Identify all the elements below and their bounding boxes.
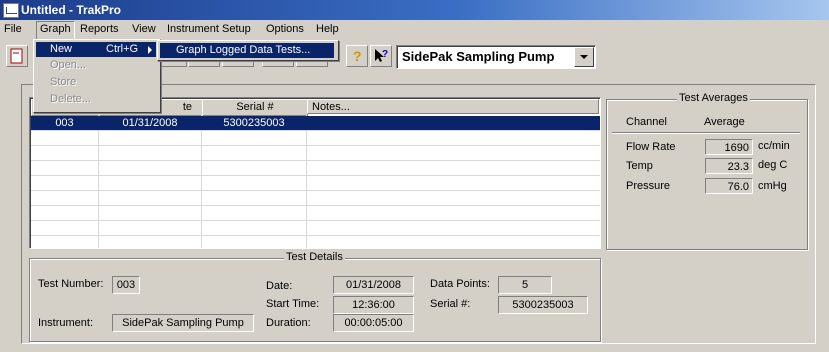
- chevron-down-icon[interactable]: [574, 47, 594, 67]
- cell-date: 01/31/2008: [122, 117, 178, 129]
- start-time-label: Start Time:: [266, 298, 320, 310]
- start-time-field: 12:36:00: [333, 296, 414, 314]
- cell-notes: [307, 116, 597, 130]
- pressure-unit: cmHg: [758, 180, 787, 192]
- pressure-label: Pressure: [626, 180, 671, 192]
- serial-field: 5300235003: [498, 296, 588, 314]
- test-details-title: Test Details: [284, 251, 345, 263]
- table-row[interactable]: [31, 131, 600, 146]
- duration-field: 00:00:05:00: [333, 314, 414, 332]
- menu-item-graph-logged-data-tests[interactable]: Graph Logged Data Tests...: [160, 43, 334, 58]
- instrument-select-value: SidePak Sampling Pump: [402, 49, 555, 64]
- column-header-date-label: te: [182, 101, 192, 113]
- test-number-field: 003: [112, 276, 140, 294]
- temp-unit: deg C: [758, 159, 788, 171]
- menu-item-delete[interactable]: Delete...: [36, 92, 156, 107]
- svg-text:?: ?: [382, 49, 388, 60]
- menu-options[interactable]: Options: [266, 23, 304, 35]
- app-icon[interactable]: [3, 3, 19, 18]
- instrument-label: Instrument:: [38, 317, 94, 329]
- new-document-button[interactable]: [6, 45, 28, 67]
- serial-label: Serial #:: [430, 298, 471, 310]
- flow-rate-label: Flow Rate: [626, 141, 676, 153]
- date-field: 01/31/2008: [333, 276, 414, 294]
- cell-serial: 5300235003: [223, 117, 285, 129]
- menu-instrument-setup[interactable]: Instrument Setup: [167, 23, 251, 35]
- help-about-button[interactable]: ?: [346, 45, 368, 67]
- test-number-label: Test Number:: [38, 278, 104, 290]
- instrument-field: SidePak Sampling Pump: [112, 314, 254, 332]
- graph-new-submenu: Graph Logged Data Tests...: [157, 40, 339, 61]
- menu-item-new-label: New: [50, 43, 73, 55]
- test-list[interactable]: te Serial # Notes... 003 01/31/2008 5300…: [29, 97, 601, 249]
- menu-reports[interactable]: Reports: [80, 23, 119, 35]
- channel-header: Channel: [626, 116, 667, 128]
- duration-label: Duration:: [266, 317, 311, 329]
- table-row[interactable]: [31, 176, 600, 191]
- instrument-select[interactable]: SidePak Sampling Pump: [396, 45, 596, 69]
- table-row[interactable]: [31, 161, 600, 176]
- new-document-icon: [10, 48, 23, 64]
- question-mark-icon: ?: [353, 48, 362, 64]
- menu-graph[interactable]: Graph: [40, 23, 71, 35]
- column-header-notes[interactable]: Notes...: [307, 99, 599, 114]
- graph-menu: New Ctrl+G Open... Store Delete...: [33, 39, 161, 113]
- menu-view[interactable]: View: [132, 23, 156, 35]
- table-row[interactable]: [31, 146, 600, 161]
- temp-value: 23.3: [705, 158, 753, 174]
- test-averages-title: Test Averages: [677, 92, 750, 104]
- menu-file[interactable]: File: [4, 23, 22, 35]
- table-row[interactable]: [31, 221, 600, 236]
- pressure-value: 76.0: [705, 178, 753, 194]
- menu-item-new[interactable]: New Ctrl+G: [36, 42, 156, 57]
- table-row[interactable]: 003 01/31/2008 5300235003: [31, 116, 600, 131]
- context-help-button[interactable]: ?: [370, 45, 392, 67]
- flow-rate-value: 1690: [705, 139, 753, 155]
- window-title: Untitled - TrakPro: [21, 3, 122, 17]
- table-row[interactable]: [31, 191, 600, 206]
- date-label: Date:: [266, 280, 293, 292]
- table-row[interactable]: [31, 206, 600, 221]
- menu-bar: [0, 20, 829, 39]
- title-bar[interactable]: Untitled - TrakPro: [0, 0, 829, 20]
- pointer-help-icon: ?: [375, 49, 388, 62]
- menu-help[interactable]: Help: [316, 23, 339, 35]
- submenu-arrow-icon: [148, 46, 152, 54]
- data-points-label: Data Points:: [430, 278, 490, 290]
- svg-text:?: ?: [353, 48, 362, 64]
- column-header-serial[interactable]: Serial #: [202, 99, 308, 116]
- menu-item-new-shortcut: Ctrl+G: [106, 43, 139, 55]
- averages-divider: [612, 132, 800, 133]
- cell-test: 003: [55, 117, 74, 129]
- flow-rate-unit: cc/min: [758, 140, 790, 152]
- menu-item-store[interactable]: Store: [36, 75, 156, 90]
- average-header: Average: [704, 116, 745, 128]
- menu-item-open[interactable]: Open...: [36, 58, 156, 73]
- data-points-field: 5: [498, 276, 552, 294]
- temp-label: Temp: [626, 160, 653, 172]
